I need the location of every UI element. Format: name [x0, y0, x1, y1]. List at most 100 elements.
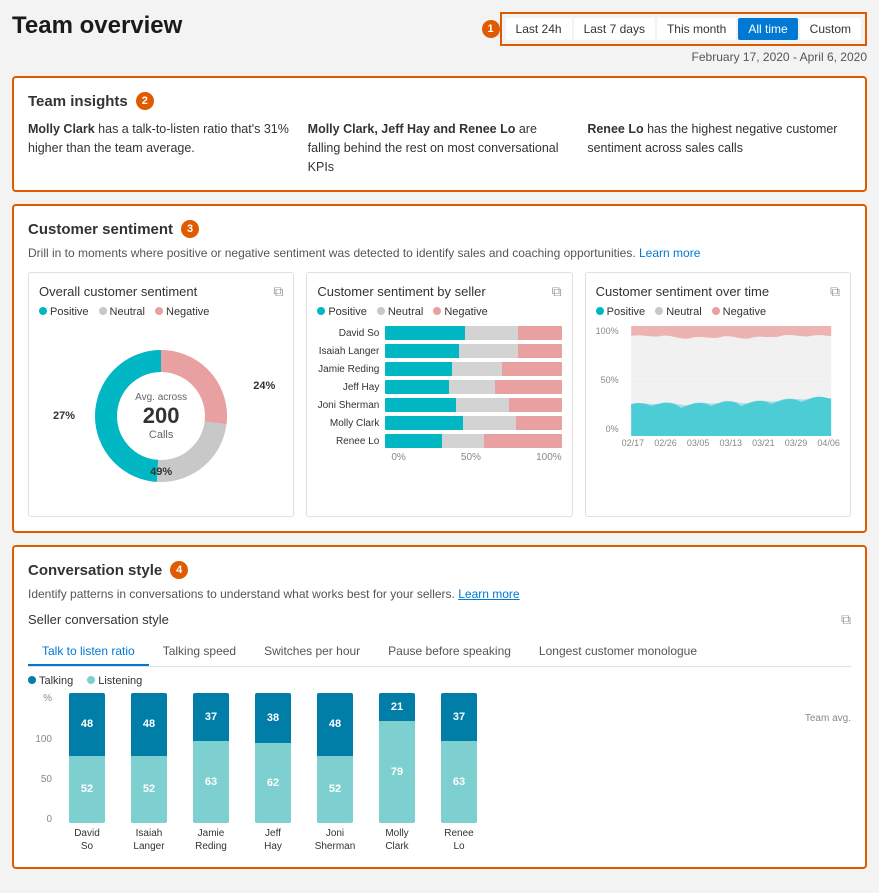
time-sentiment-panel: Customer sentiment over time ⧉ Positive …: [585, 272, 851, 517]
customer-sentiment-section: Customer sentiment 3 Drill in to moments…: [12, 204, 867, 533]
seller-copy-icon[interactable]: ⧉: [552, 283, 562, 300]
conv-title: Conversation style: [28, 562, 162, 579]
conv-learn-more[interactable]: Learn more: [458, 587, 519, 601]
renee-name: ReneeLo: [444, 827, 473, 853]
subtab-talk-listen[interactable]: Talk to listen ratio: [28, 638, 149, 666]
conversation-style-section: Conversation style 4 Identify patterns i…: [12, 545, 867, 869]
pct-positive: 49%: [150, 466, 172, 478]
time-legend: Positive Neutral Negative: [596, 306, 840, 318]
seller-name-3: Jeff Hay: [317, 382, 385, 393]
time-x-labels: 02/1702/2603/0503/1303/2103/2904/06: [622, 438, 840, 448]
jamie-name: JamieReding: [195, 827, 227, 853]
seller-legend: Positive Neutral Negative: [317, 306, 561, 318]
insights-grid: Molly Clark has a talk-to-listen ratio t…: [28, 120, 851, 176]
sentiment-learn-more[interactable]: Learn more: [639, 246, 700, 260]
molly-talking: 21: [379, 693, 415, 720]
seller-name-0: David So: [317, 328, 385, 339]
sentiment-desc: Drill in to moments where positive or ne…: [28, 246, 851, 260]
insight-item-0: Molly Clark has a talk-to-listen ratio t…: [28, 120, 292, 176]
filter-thismonth[interactable]: This month: [657, 18, 736, 40]
team-insights-section: Team insights 2 Molly Clark has a talk-t…: [12, 76, 867, 192]
seller-name-6: Renee Lo: [317, 436, 385, 447]
joni-name: JoniSherman: [315, 827, 356, 853]
conv-desc: Identify patterns in conversations to un…: [28, 587, 851, 601]
date-range: February 17, 2020 - April 6, 2020: [692, 50, 867, 64]
section-badge-4: 4: [170, 561, 188, 579]
seller-bars: David So Isaiah Langer Jamie Reding Jeff…: [317, 326, 561, 448]
subtab-talking-speed[interactable]: Talking speed: [149, 638, 250, 666]
seller-name-4: Joni Sherman: [317, 400, 385, 411]
team-avg-label: Team avg.: [805, 713, 851, 724]
insight-item-2: Renee Lo has the highest negative custom…: [587, 120, 851, 176]
team-insights-title: Team insights: [28, 93, 128, 110]
time-area-chart: 100%50%0%: [596, 326, 840, 448]
subtab-pause[interactable]: Pause before speaking: [374, 638, 525, 666]
conv-copy-icon[interactable]: ⧉: [841, 611, 851, 628]
joni-talking: 48: [317, 693, 353, 755]
time-copy-icon[interactable]: ⧉: [830, 283, 840, 300]
bar-col-david: 48 52 DavidSo: [56, 693, 118, 853]
header-right: 1 Last 24h Last 7 days This month All ti…: [474, 12, 867, 64]
insight-item-1: Molly Clark, Jeff Hay and Renee Lo are f…: [308, 120, 572, 176]
isaiah-listening: 52: [131, 756, 167, 824]
bar-col-isaiah: 48 52 IsaiahLanger: [118, 693, 180, 853]
isaiah-name: IsaiahLanger: [133, 827, 164, 853]
page-header: Team overview 1 Last 24h Last 7 days Thi…: [12, 12, 867, 64]
bar-col-renee: 37 63 ReneeLo: [428, 693, 490, 853]
jamie-talking: 37: [193, 693, 229, 741]
conv-panel-title: Seller conversation style: [28, 612, 169, 627]
joni-listening: 52: [317, 756, 353, 824]
team-insights-header: Team insights 2: [28, 92, 851, 110]
renee-listening: 63: [441, 741, 477, 823]
bar-legend: Talking Listening: [28, 675, 851, 687]
filter-last24h[interactable]: Last 24h: [506, 18, 572, 40]
filter-last7days[interactable]: Last 7 days: [574, 18, 655, 40]
seller-name-2: Jamie Reding: [317, 364, 385, 375]
bar-col-jeff: 38 62 JeffHay: [242, 693, 304, 853]
stacked-bar-chart: % 100 50 0 48 52 DavidSo: [28, 693, 851, 853]
david-name: DavidSo: [74, 827, 100, 853]
seller-axis: 0%50%100%: [317, 452, 561, 463]
renee-talking: 37: [441, 693, 477, 741]
sentiment-title: Customer sentiment: [28, 221, 173, 238]
bar-col-joni: 48 52 JoniSherman: [304, 693, 366, 853]
time-filter-box: Last 24h Last 7 days This month All time…: [500, 12, 867, 46]
seller-name-5: Molly Clark: [317, 418, 385, 429]
isaiah-talking: 48: [131, 693, 167, 755]
molly-listening: 79: [379, 721, 415, 824]
page-title: Team overview: [12, 12, 182, 40]
time-chart-title: Customer sentiment over time: [596, 284, 769, 299]
filter-custom[interactable]: Custom: [800, 18, 861, 40]
donut-label: Avg. across 200 Calls: [135, 392, 187, 441]
jeff-name: JeffHay: [264, 827, 282, 853]
page-container: Team overview 1 Last 24h Last 7 days Thi…: [0, 0, 879, 893]
sub-tabs: Talk to listen ratio Talking speed Switc…: [28, 638, 851, 667]
david-listening: 52: [69, 756, 105, 824]
section-badge-2: 2: [136, 92, 154, 110]
filter-alltime[interactable]: All time: [738, 18, 797, 40]
seller-sentiment-panel: Customer sentiment by seller ⧉ Positive …: [306, 272, 572, 517]
pct-negative: 27%: [53, 410, 75, 422]
section-badge-1: 1: [482, 20, 500, 38]
donut-chart: 27% 24% 49% Avg. across 200 Calls: [39, 326, 283, 506]
overall-copy-icon[interactable]: ⧉: [273, 283, 283, 300]
jamie-listening: 63: [193, 741, 229, 823]
overall-chart-title: Overall customer sentiment: [39, 284, 197, 299]
y-axis: % 100 50 0: [28, 693, 56, 853]
pct-neutral: 24%: [253, 380, 275, 392]
overall-legend: Positive Neutral Negative: [39, 306, 283, 318]
jeff-listening: 62: [255, 743, 291, 824]
bar-col-molly: 21 79 MollyClark: [366, 693, 428, 853]
david-talking: 48: [69, 693, 105, 755]
jeff-talking: 38: [255, 693, 291, 742]
overall-sentiment-panel: Overall customer sentiment ⧉ Positive Ne…: [28, 272, 294, 517]
charts-grid: Overall customer sentiment ⧉ Positive Ne…: [28, 272, 851, 517]
molly-name: MollyClark: [385, 827, 408, 853]
subtab-monologue[interactable]: Longest customer monologue: [525, 638, 711, 666]
bars-area: 48 52 DavidSo 48 52 IsaiahLanger: [56, 693, 851, 853]
seller-name-1: Isaiah Langer: [317, 346, 385, 357]
subtab-switches[interactable]: Switches per hour: [250, 638, 374, 666]
conv-panel-title-row: Seller conversation style ⧉: [28, 611, 851, 628]
bar-col-jamie: 37 63 JamieReding: [180, 693, 242, 853]
sentiment-header: Customer sentiment 3: [28, 220, 851, 238]
